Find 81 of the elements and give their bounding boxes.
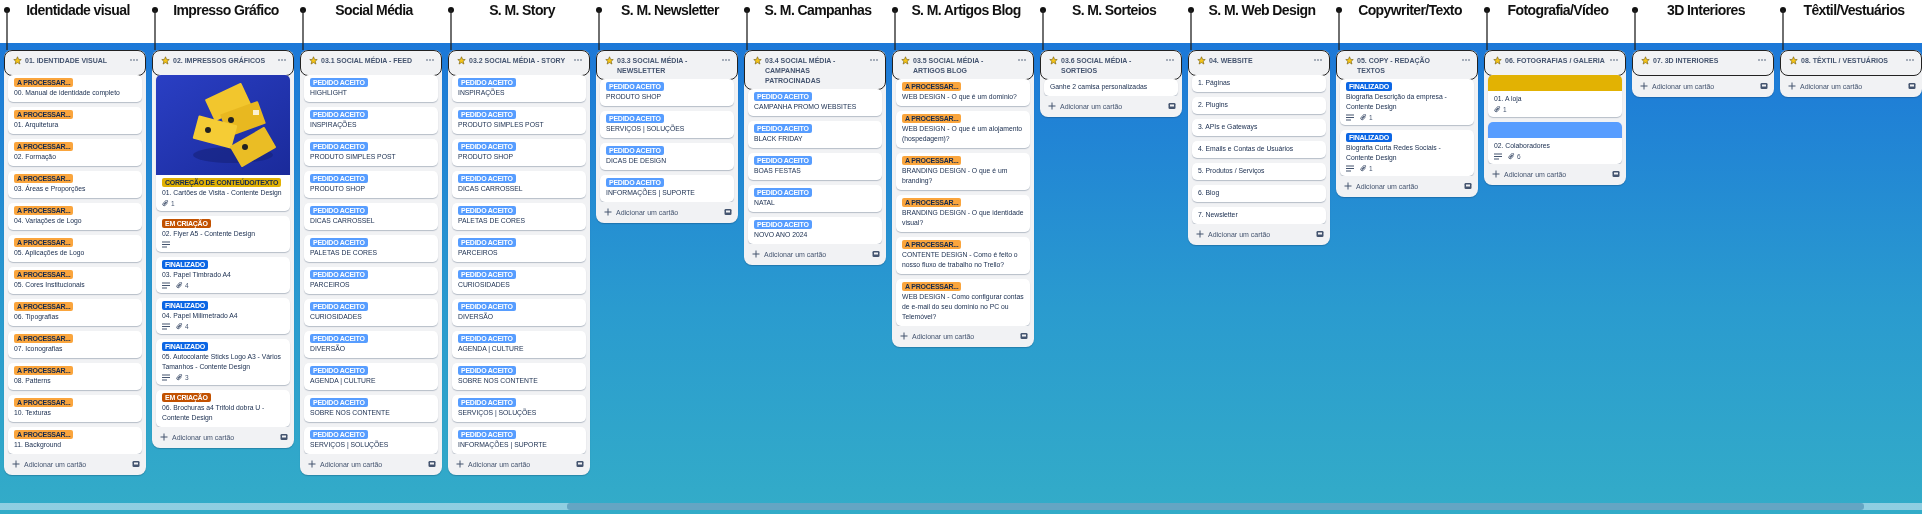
description-icon <box>162 241 170 248</box>
star-icon <box>161 56 170 65</box>
paperclip-icon <box>162 200 169 207</box>
menu-icon[interactable] <box>1165 56 1175 64</box>
template-icon[interactable] <box>280 433 288 441</box>
plus-icon <box>1048 102 1056 110</box>
list-caption: Copywriter/Texto <box>1357 1 1463 20</box>
template-icon[interactable] <box>132 460 140 468</box>
paperclip-icon <box>1508 153 1515 160</box>
menu-icon[interactable] <box>1757 56 1767 64</box>
horizontal-scrollbar[interactable] <box>0 503 1922 510</box>
template-icon[interactable] <box>1020 332 1028 340</box>
template-icon[interactable] <box>872 250 880 258</box>
template-icon[interactable] <box>576 460 584 468</box>
list-caption: Identidade visual <box>25 1 131 20</box>
template-icon[interactable] <box>1908 82 1916 90</box>
menu-icon[interactable] <box>1461 56 1471 64</box>
template-icon[interactable] <box>428 460 436 468</box>
menu-icon[interactable] <box>277 56 287 64</box>
template-icon[interactable] <box>1464 182 1472 190</box>
star-icon <box>1345 56 1354 65</box>
list-caption: S. M. Sorteios <box>1070 1 1158 20</box>
star-icon <box>1197 56 1206 65</box>
list-caption: Têxtil/Vestuários <box>1802 1 1906 20</box>
plus-icon <box>1196 230 1204 238</box>
paperclip-icon <box>1494 106 1501 113</box>
description-icon <box>162 323 170 330</box>
list-caption: S. M. Web Design <box>1207 1 1317 20</box>
star-icon <box>457 56 466 65</box>
description-icon <box>162 282 170 289</box>
menu-icon[interactable] <box>129 56 139 64</box>
menu-icon[interactable] <box>1609 56 1619 64</box>
menu-icon[interactable] <box>1905 56 1915 64</box>
star-icon <box>1641 56 1650 65</box>
paperclip-icon <box>1360 114 1367 121</box>
menu-icon[interactable] <box>869 56 879 64</box>
list-caption: S. M. Artigos Blog <box>910 1 1022 20</box>
template-icon[interactable] <box>724 208 732 216</box>
paperclip-icon <box>176 374 183 381</box>
menu-icon[interactable] <box>425 56 435 64</box>
plus-icon <box>1492 170 1500 178</box>
star-icon <box>605 56 614 65</box>
star-icon <box>309 56 318 65</box>
list-caption: Impresso Gráfico <box>172 1 280 20</box>
description-icon <box>162 374 170 381</box>
list-caption: Fotografia/Vídeo <box>1506 1 1610 20</box>
plus-icon <box>604 208 612 216</box>
template-icon[interactable] <box>1612 170 1620 178</box>
description-icon <box>1346 165 1354 172</box>
list-caption: S. M. Newsletter <box>620 1 721 20</box>
star-icon <box>901 56 910 65</box>
template-icon[interactable] <box>1316 230 1324 238</box>
plus-icon <box>1788 82 1796 90</box>
template-icon[interactable] <box>1760 82 1768 90</box>
list-caption: 3D Interiores <box>1666 1 1746 20</box>
list-caption: S. M. Story <box>488 1 557 20</box>
star-icon <box>1493 56 1502 65</box>
plus-icon <box>1344 182 1352 190</box>
template-icon[interactable] <box>1168 102 1176 110</box>
plus-icon <box>160 433 168 441</box>
description-icon <box>1494 153 1502 160</box>
menu-icon[interactable] <box>1313 56 1323 64</box>
plus-icon <box>752 250 760 258</box>
menu-icon[interactable] <box>721 56 731 64</box>
star-icon <box>13 56 22 65</box>
description-icon <box>1346 114 1354 121</box>
paperclip-icon <box>1360 165 1367 172</box>
paperclip-icon <box>176 323 183 330</box>
plus-icon <box>1640 82 1648 90</box>
star-icon <box>1789 56 1798 65</box>
list-caption: Social Média <box>334 1 415 20</box>
paperclip-icon <box>176 282 183 289</box>
plus-icon <box>12 460 20 468</box>
star-icon <box>1049 56 1058 65</box>
star-icon <box>753 56 762 65</box>
plus-icon <box>308 460 316 468</box>
menu-icon[interactable] <box>573 56 583 64</box>
plus-icon <box>456 460 464 468</box>
list-caption: S. M. Campanhas <box>763 1 873 20</box>
menu-icon[interactable] <box>1017 56 1027 64</box>
plus-icon <box>900 332 908 340</box>
